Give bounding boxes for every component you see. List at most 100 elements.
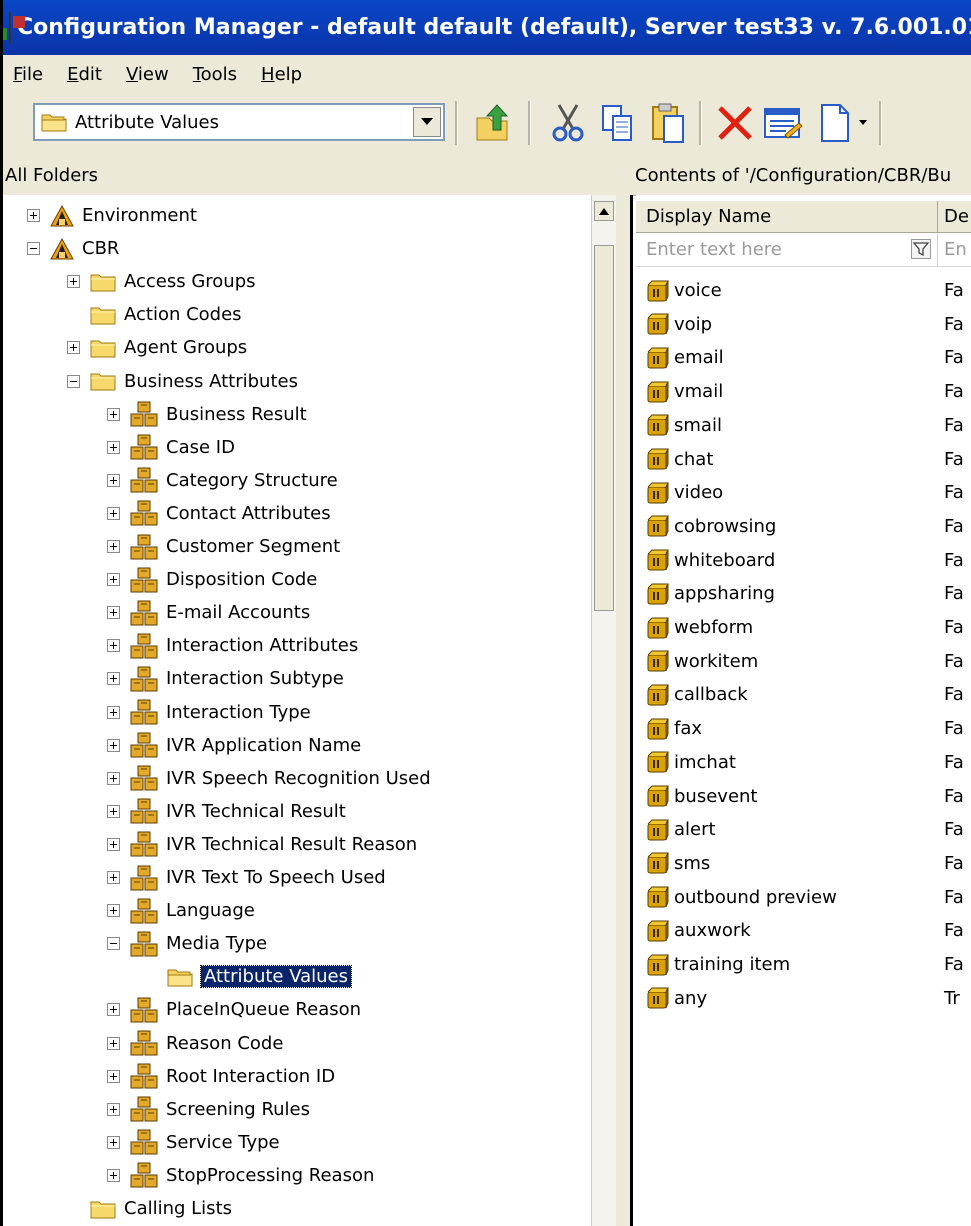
tree-node[interactable]: Reason Code (107, 1027, 283, 1060)
expand-icon[interactable] (107, 904, 120, 918)
expand-icon[interactable] (107, 540, 120, 553)
list-row[interactable]: email Fa (636, 341, 971, 374)
expand-icon[interactable] (107, 672, 120, 686)
location-combobox[interactable]: Attribute Values (33, 103, 445, 141)
tree-node[interactable]: Interaction Type (107, 696, 311, 729)
tree-node[interactable]: IVR Technical Result (107, 795, 346, 828)
scroll-up-button[interactable] (594, 201, 614, 221)
tree-node[interactable]: Agent Groups (67, 331, 247, 364)
list-row[interactable]: auxwork Fa (636, 914, 971, 947)
combo-dropdown-button[interactable] (413, 107, 441, 137)
delete-button[interactable] (713, 101, 757, 145)
tree-node[interactable]: Business Result (107, 398, 307, 431)
expand-icon[interactable] (107, 738, 120, 752)
expand-icon[interactable] (107, 1135, 120, 1149)
cut-button[interactable] (546, 101, 590, 145)
new-object-dropdown-button[interactable] (853, 101, 873, 145)
tree-node[interactable]: Media Type (107, 927, 267, 960)
tree-node[interactable]: Environment (27, 199, 197, 232)
pane-splitter[interactable] (615, 155, 633, 1226)
tree-node[interactable]: IVR Speech Recognition Used (107, 762, 431, 795)
tree-node[interactable]: IVR Application Name (107, 729, 361, 762)
expand-icon[interactable] (107, 639, 120, 653)
expand-icon[interactable] (27, 209, 40, 222)
expand-icon[interactable] (107, 1102, 120, 1116)
description-filter-input[interactable]: En (938, 233, 971, 266)
menu-file[interactable]: File (13, 64, 43, 85)
menu-edit[interactable]: Edit (67, 64, 102, 85)
list-row[interactable]: any Tr (636, 982, 971, 1015)
properties-button[interactable] (761, 101, 805, 145)
tree-node[interactable]: Interaction Subtype (107, 662, 344, 695)
paste-button[interactable] (646, 101, 690, 145)
expand-icon[interactable] (107, 1003, 120, 1017)
expand-icon[interactable] (67, 275, 80, 289)
expand-icon[interactable] (107, 440, 120, 454)
tree-node[interactable]: Business Attributes (67, 365, 298, 398)
tree-node[interactable]: IVR Text To Speech Used (107, 861, 386, 894)
new-object-button[interactable] (813, 101, 857, 145)
list-row[interactable]: outbound preview Fa (636, 881, 971, 914)
expand-icon[interactable] (107, 407, 120, 421)
tree-node[interactable]: Interaction Attributes (107, 629, 358, 662)
title-bar[interactable]: Configuration Manager - default default … (0, 0, 971, 55)
tree-node[interactable]: Service Type (107, 1126, 280, 1159)
expand-icon[interactable] (107, 705, 120, 719)
filter-icon[interactable] (911, 239, 931, 259)
tree-node[interactable]: Contact Attributes (107, 497, 331, 530)
expand-icon[interactable] (107, 837, 120, 851)
expand-icon[interactable] (107, 771, 120, 785)
display-name-filter-input[interactable]: Enter text here (636, 233, 938, 266)
list-row[interactable]: voice Fa (636, 274, 971, 307)
menu-help[interactable]: Help (261, 64, 302, 85)
expand-icon[interactable] (107, 1069, 120, 1083)
tree-node[interactable]: PlaceInQueue Reason (107, 993, 361, 1026)
column-header-display-name[interactable]: Display Name (636, 201, 938, 232)
tree-node[interactable]: E-mail Accounts (107, 596, 310, 629)
scroll-thumb[interactable] (594, 245, 614, 611)
menu-view[interactable]: View (126, 64, 169, 85)
tree-node[interactable]: Case ID (107, 431, 235, 464)
expand-icon[interactable] (107, 804, 120, 818)
list-row[interactable]: whiteboard Fa (636, 544, 971, 577)
tree-node[interactable]: Customer Segment (107, 530, 340, 563)
tree-node[interactable]: StopProcessing Reason (107, 1159, 374, 1192)
column-header-description[interactable]: De (938, 201, 971, 232)
expand-icon[interactable] (67, 341, 80, 355)
tree-node[interactable]: Action Codes (67, 298, 242, 331)
expand-icon[interactable] (107, 1168, 120, 1182)
list-row[interactable]: chat Fa (636, 443, 971, 476)
expand-icon[interactable] (107, 606, 120, 620)
list-row[interactable]: training item Fa (636, 948, 971, 981)
expand-icon[interactable] (107, 573, 120, 587)
tree-node[interactable]: CBR (27, 232, 119, 265)
menu-tools[interactable]: Tools (193, 64, 237, 85)
expand-icon[interactable] (107, 871, 120, 884)
list-row[interactable]: vmail Fa (636, 375, 971, 408)
tree-node[interactable]: Language (107, 894, 255, 927)
tree-node[interactable]: Root Interaction ID (107, 1060, 335, 1093)
copy-button[interactable] (595, 101, 639, 145)
tree-vertical-scrollbar[interactable] (591, 195, 616, 1226)
list-row[interactable]: callback Fa (636, 678, 971, 711)
list-row[interactable]: imchat Fa (636, 746, 971, 779)
collapse-icon[interactable] (27, 242, 40, 256)
list-row[interactable]: workitem Fa (636, 645, 971, 678)
tree-node[interactable]: IVR Technical Result Reason (107, 828, 417, 861)
list-row[interactable]: fax Fa (636, 712, 971, 745)
collapse-icon[interactable] (67, 374, 80, 388)
expand-icon[interactable] (107, 1036, 120, 1050)
tree-node[interactable]: Category Structure (107, 464, 338, 497)
expand-icon[interactable] (107, 473, 120, 487)
list-row[interactable]: cobrowsing Fa (636, 510, 971, 543)
up-folder-button[interactable] (471, 101, 515, 145)
list-row[interactable]: busevent Fa (636, 780, 971, 813)
list-row[interactable]: video Fa (636, 476, 971, 509)
app-icon[interactable] (0, 11, 25, 44)
tree-node[interactable]: Attribute Values (167, 960, 353, 993)
tree-node[interactable]: Calling Lists (67, 1192, 232, 1225)
list-row[interactable]: voip Fa (636, 308, 971, 341)
collapse-icon[interactable] (107, 937, 120, 951)
expand-icon[interactable] (107, 506, 120, 520)
list-row[interactable]: webform Fa (636, 611, 971, 644)
